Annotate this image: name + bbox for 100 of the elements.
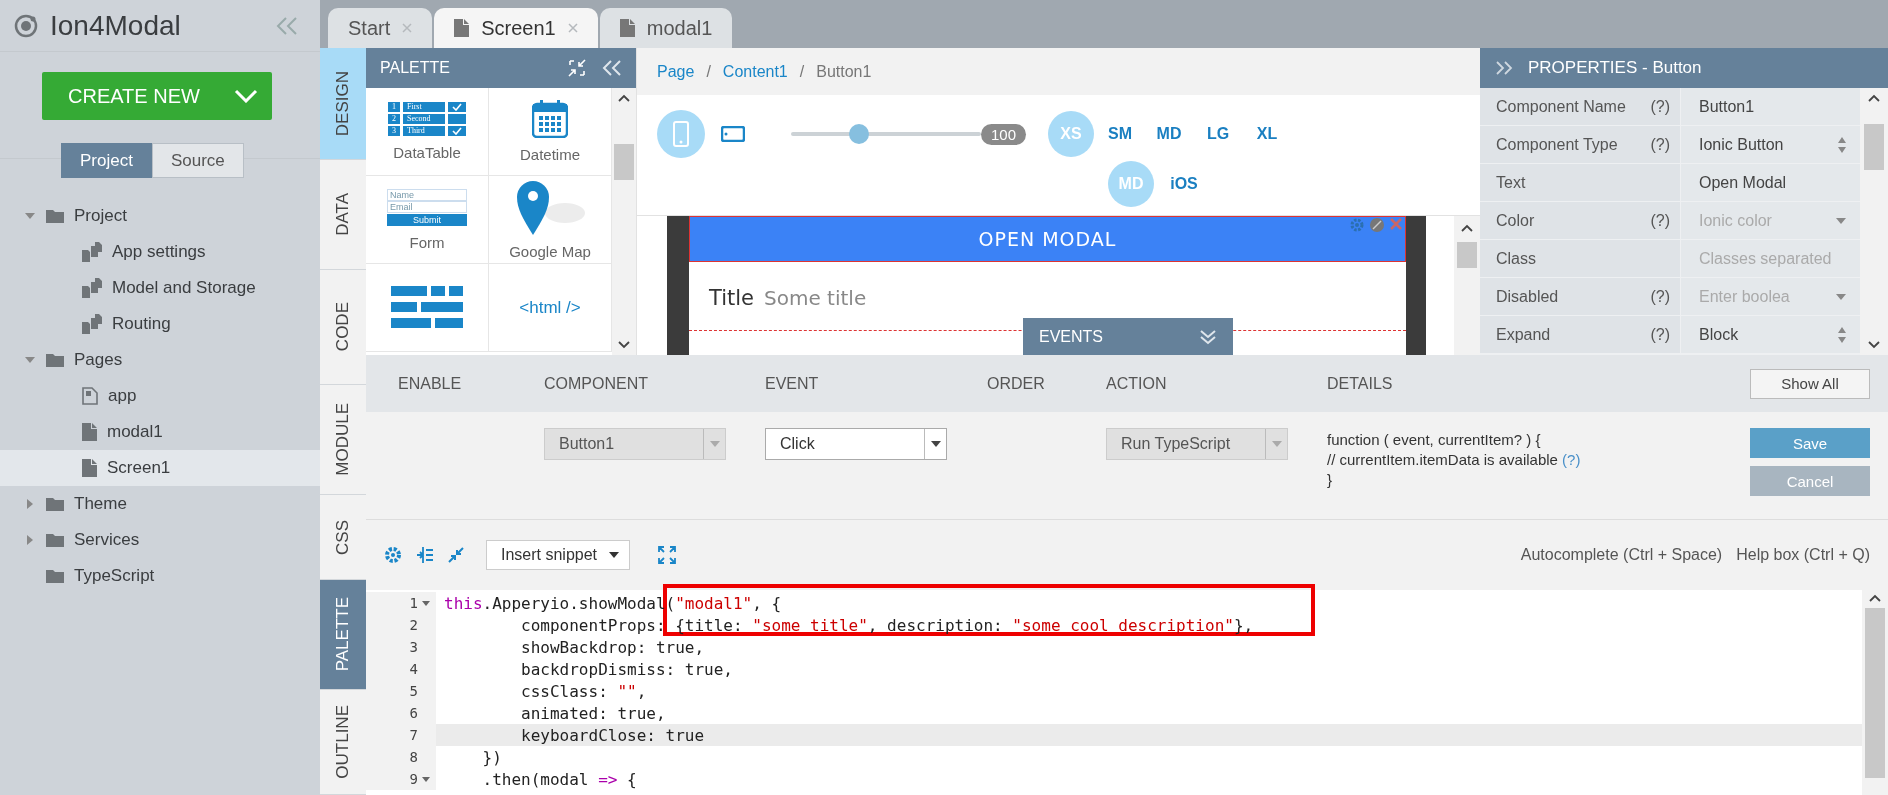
code-line: }) bbox=[481, 747, 502, 767]
help-link[interactable]: (?) bbox=[1650, 211, 1670, 230]
breakpoint-button[interactable]: SM bbox=[1097, 111, 1144, 157]
breadcrumb-separator: / bbox=[799, 62, 805, 81]
scroll-up-icon[interactable] bbox=[1461, 224, 1473, 232]
indent-icon[interactable] bbox=[416, 546, 434, 564]
expand-icon[interactable] bbox=[1496, 61, 1514, 75]
open-modal-button[interactable]: OPEN MODAL bbox=[689, 216, 1406, 262]
tree-item[interactable]: Services bbox=[0, 522, 320, 558]
file-icon bbox=[82, 459, 97, 477]
caret-icon bbox=[1836, 293, 1846, 300]
scroll-down-icon[interactable] bbox=[1868, 341, 1880, 349]
side-tab[interactable]: OUTLINE bbox=[320, 690, 366, 795]
line-number: 2 bbox=[409, 617, 418, 633]
help-link[interactable]: (?) bbox=[1650, 287, 1670, 306]
close-icon[interactable] bbox=[402, 23, 413, 33]
page-icon bbox=[82, 387, 98, 405]
settings-icon[interactable] bbox=[384, 546, 402, 564]
tree-item[interactable]: Model and Storage bbox=[0, 270, 320, 306]
palette-item[interactable]: 1 First 2 Second 3 Third DataTable bbox=[366, 88, 489, 176]
document-tab[interactable]: modal1 bbox=[599, 8, 733, 48]
scroll-up-icon[interactable] bbox=[618, 94, 630, 102]
property-field[interactable]: Block bbox=[1681, 316, 1860, 353]
document-tab[interactable]: Screen1 bbox=[434, 8, 598, 48]
tree-item[interactable]: modal1 bbox=[0, 414, 320, 450]
documents-icon bbox=[82, 242, 102, 262]
property-field[interactable]: Open Modal bbox=[1681, 164, 1860, 201]
folder-icon bbox=[46, 209, 64, 223]
document-tab[interactable]: Start bbox=[328, 8, 433, 48]
gear-icon[interactable] bbox=[1349, 217, 1365, 233]
side-tab[interactable]: DATA bbox=[320, 160, 366, 270]
fullscreen-icon[interactable] bbox=[658, 546, 676, 564]
zoom-slider[interactable] bbox=[791, 124, 981, 144]
property-field[interactable]: Ionic Button bbox=[1681, 126, 1860, 163]
chevron-down-icon bbox=[234, 89, 258, 103]
palette-item[interactable]: Google Map bbox=[489, 176, 612, 264]
palette-item[interactable]: Name Email Submit Form bbox=[366, 176, 489, 264]
slider-thumb[interactable] bbox=[849, 124, 870, 144]
view-toggle-tab[interactable]: Source bbox=[151, 143, 244, 178]
platform-button[interactable]: iOS bbox=[1161, 161, 1207, 207]
side-tab[interactable]: CSS bbox=[320, 495, 366, 580]
help-link[interactable]: (?) bbox=[1650, 97, 1670, 116]
view-toggle-tab[interactable]: Project bbox=[61, 143, 152, 178]
tree-item[interactable]: app bbox=[0, 378, 320, 414]
events-panel-tab[interactable]: EVENTS bbox=[1023, 318, 1233, 355]
title-value: Some title bbox=[764, 286, 867, 310]
tree-item[interactable]: Screen1 bbox=[0, 450, 320, 486]
caret-icon bbox=[709, 441, 720, 447]
side-tab[interactable]: DESIGN bbox=[320, 48, 366, 160]
scrollbar-thumb[interactable] bbox=[1865, 608, 1885, 778]
breakpoint-button[interactable]: XL bbox=[1244, 111, 1291, 157]
breadcrumb-link[interactable]: Page bbox=[657, 62, 695, 81]
shrink-icon[interactable] bbox=[448, 547, 464, 563]
property-label: Text bbox=[1496, 173, 1526, 192]
folder-icon bbox=[46, 497, 64, 511]
palette-item[interactable]: Datetime bbox=[489, 88, 612, 176]
help-link[interactable]: (?) bbox=[1650, 135, 1670, 154]
documents-icon bbox=[82, 314, 102, 334]
code-line: animated: true, bbox=[520, 703, 666, 723]
help-link[interactable]: (?) bbox=[1650, 325, 1670, 344]
app-title: Ion4Modal bbox=[50, 9, 182, 42]
tree-item[interactable]: Project bbox=[0, 198, 320, 234]
collapse-icon[interactable] bbox=[276, 15, 298, 36]
close-icon[interactable] bbox=[567, 23, 578, 33]
property-field[interactable]: Button1 bbox=[1681, 88, 1860, 125]
tree-item[interactable]: Routing bbox=[0, 306, 320, 342]
side-tab[interactable]: MODULE bbox=[320, 385, 366, 495]
property-label: Class bbox=[1496, 249, 1536, 268]
scrollbar-thumb[interactable] bbox=[614, 143, 634, 180]
breakpoint-button[interactable]: MD bbox=[1146, 111, 1193, 157]
select-field[interactable]: Click bbox=[765, 428, 947, 460]
breadcrumb-link[interactable]: Content1 bbox=[722, 62, 788, 81]
file-icon bbox=[619, 19, 635, 37]
scroll-up-icon[interactable] bbox=[1869, 594, 1881, 602]
tree-item[interactable]: TypeScript bbox=[0, 558, 320, 594]
scrollbar-thumb[interactable] bbox=[1457, 242, 1477, 268]
hide-icon[interactable] bbox=[1369, 217, 1385, 233]
fold-arrow-icon[interactable] bbox=[422, 600, 430, 606]
fold-arrow-icon[interactable] bbox=[422, 776, 430, 782]
side-tab[interactable]: CODE bbox=[320, 270, 366, 385]
insert-snippet-dropdown[interactable]: Insert snippet bbox=[486, 540, 630, 570]
tree-item[interactable]: Theme bbox=[0, 486, 320, 522]
help-link[interactable]: (?) bbox=[1562, 451, 1581, 468]
property-label: Component Type bbox=[1496, 135, 1618, 154]
create-new-button[interactable]: CREATE NEW bbox=[42, 72, 272, 120]
html-label: <html /> bbox=[519, 297, 581, 318]
code-comment: // currentItem.itemData is available bbox=[1327, 451, 1558, 468]
breakpoint-button[interactable]: LG bbox=[1195, 111, 1242, 157]
scroll-up-icon[interactable] bbox=[1868, 94, 1880, 102]
side-tab[interactable]: PALETTE bbox=[320, 580, 366, 690]
show-all-button[interactable]: Show All bbox=[1750, 368, 1870, 399]
caret-icon bbox=[1271, 441, 1282, 447]
scroll-down-icon[interactable] bbox=[618, 341, 630, 349]
map-pin-icon bbox=[515, 179, 585, 235]
tree-item[interactable]: Pages bbox=[0, 342, 320, 378]
scrollbar-thumb[interactable] bbox=[1864, 123, 1884, 170]
column-header: EVENT bbox=[765, 374, 820, 393]
palette-item[interactable] bbox=[366, 264, 489, 352]
tree-item[interactable]: App settings bbox=[0, 234, 320, 270]
code-line: .then(modal => { bbox=[481, 769, 637, 789]
